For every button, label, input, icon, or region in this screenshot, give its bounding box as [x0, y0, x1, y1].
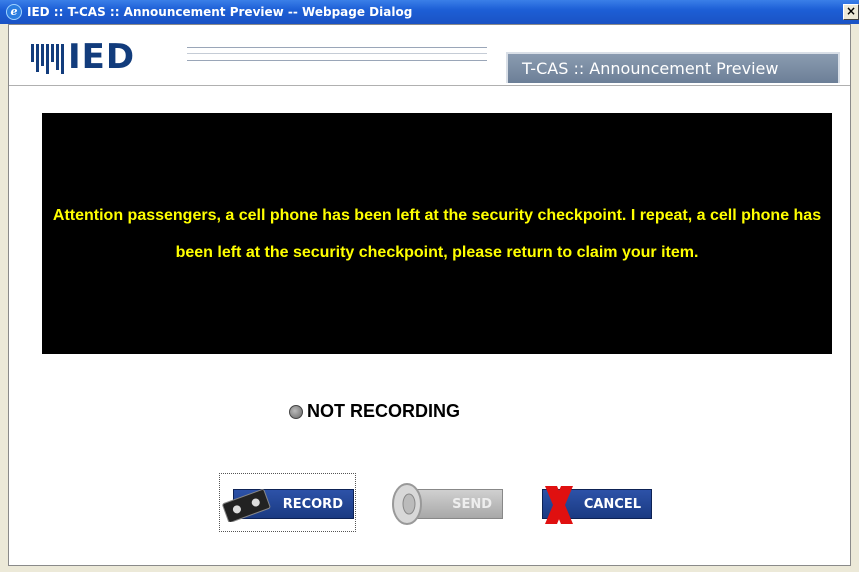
- ied-logo: IED: [31, 37, 135, 77]
- cancel-button[interactable]: CANCEL: [542, 486, 652, 524]
- recording-status: NOT RECORDING: [289, 401, 460, 422]
- logo-text: IED: [68, 37, 136, 77]
- header-decor-lines: [187, 47, 487, 61]
- window-titlebar: e IED :: T-CAS :: Announcement Preview -…: [0, 0, 859, 24]
- send-button[interactable]: SEND: [392, 483, 503, 525]
- dialog-body: IED T-CAS :: Announcement Preview Attent…: [8, 24, 851, 566]
- page-title: T-CAS :: Announcement Preview: [506, 52, 840, 83]
- close-button[interactable]: ×: [843, 4, 859, 20]
- status-indicator-icon: [289, 404, 303, 419]
- ie-icon: e: [6, 4, 22, 20]
- announcement-preview: Attention passengers, a cell phone has b…: [42, 113, 832, 354]
- record-button[interactable]: RECORD: [222, 489, 354, 522]
- red-x-icon: [545, 486, 573, 524]
- logo-bars-icon: [31, 43, 64, 74]
- window-title: IED :: T-CAS :: Announcement Preview -- …: [27, 5, 413, 19]
- record-label: RECORD: [282, 496, 343, 512]
- send-label: SEND: [452, 496, 492, 512]
- cancel-label: CANCEL: [583, 496, 641, 512]
- speaker-icon: [392, 483, 422, 525]
- announcement-text: Attention passengers, a cell phone has b…: [52, 206, 822, 261]
- status-label: NOT RECORDING: [307, 401, 460, 421]
- cassette-icon: [222, 489, 271, 522]
